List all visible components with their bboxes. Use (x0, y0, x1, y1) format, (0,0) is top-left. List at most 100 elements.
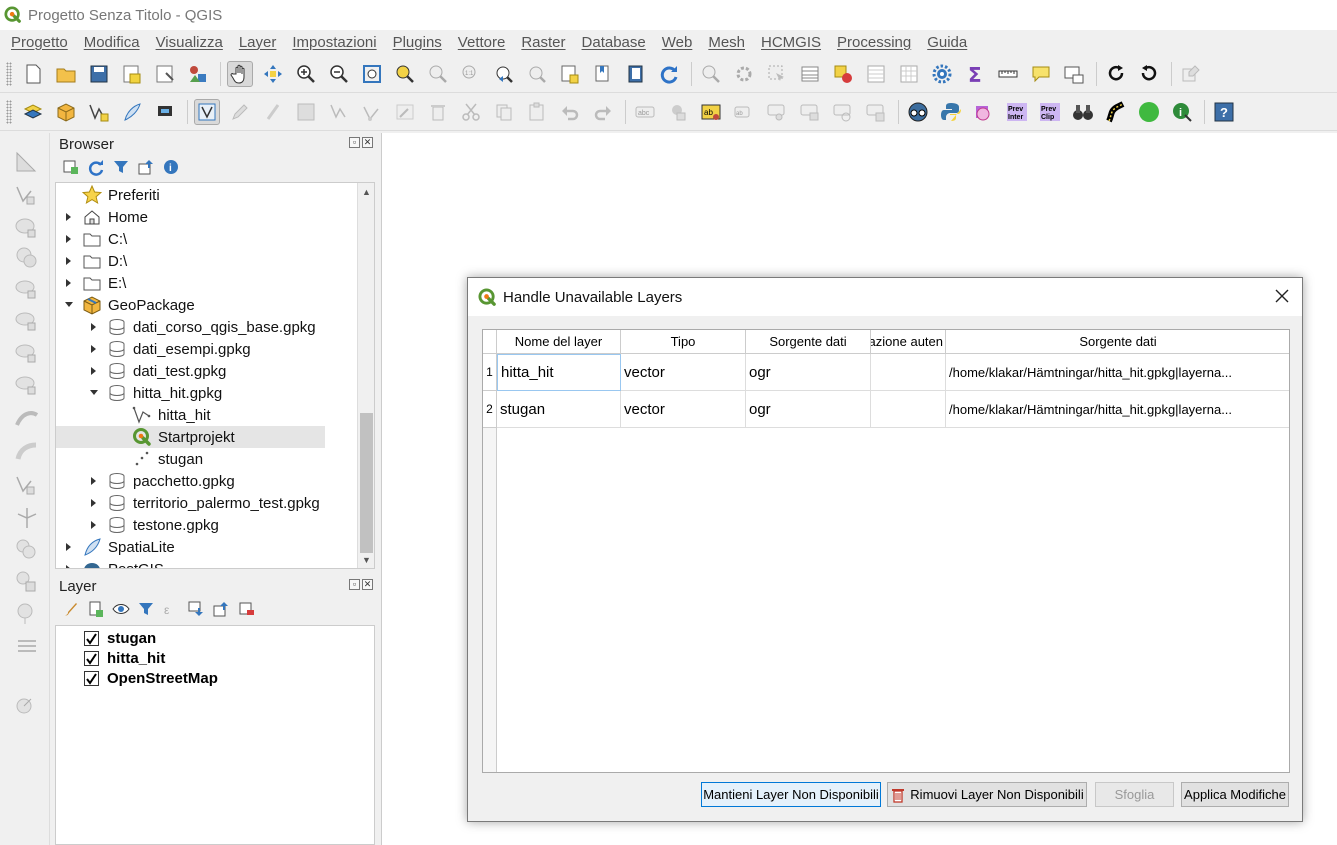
save-layer-edits-button[interactable] (293, 99, 319, 125)
browser-item[interactable]: hitta_hit (56, 404, 325, 426)
rotate-clockwise-button[interactable] (1103, 61, 1129, 87)
binoculars-button[interactable] (1070, 99, 1096, 125)
label-move-button[interactable]: ab (731, 99, 757, 125)
show-bookmarks-button[interactable] (590, 61, 616, 87)
menu-processing[interactable]: Processing (829, 34, 919, 51)
browser-item[interactable]: dati_corso_qgis_base.gpkg (56, 316, 325, 338)
zoom-out-button[interactable] (326, 61, 352, 87)
toggle-editing-button[interactable] (227, 99, 253, 125)
menu-vettore[interactable]: Vettore (450, 34, 514, 51)
dialog-close-button[interactable] (1274, 288, 1290, 304)
label-pin-unpin-button[interactable] (797, 99, 823, 125)
prev-inter-button[interactable]: Prev Inter (1004, 99, 1030, 125)
merge-features-tool[interactable] (14, 537, 40, 563)
expand-arrow-icon[interactable] (89, 344, 99, 354)
run-action-button[interactable] (731, 61, 757, 87)
rotate-counterclockwise-button[interactable] (1136, 61, 1162, 87)
browser-item[interactable]: PostGIS (56, 558, 325, 568)
trace-tool[interactable] (14, 693, 40, 719)
road-plugin-button[interactable] (1103, 99, 1129, 125)
expand-all-button[interactable] (187, 600, 205, 618)
close-panel-button[interactable]: ✕ (362, 137, 373, 148)
browser-item[interactable]: testone.gpkg (56, 514, 325, 536)
menu-layer[interactable]: Layer (231, 34, 285, 51)
pan-map-button[interactable] (227, 60, 253, 87)
cell-datasource[interactable]: /home/klakar/Hämtningar/hitta_hit.gpkg|l… (946, 391, 1289, 428)
new-virtual-layer-button[interactable] (152, 99, 178, 125)
browser-item[interactable]: E:\ (56, 272, 325, 294)
zoom-next-button[interactable] (524, 61, 550, 87)
row-number[interactable]: 2 (483, 391, 497, 428)
menu-impostazioni[interactable]: Impostazioni (284, 34, 384, 51)
annotation-button[interactable] (1178, 61, 1204, 87)
collapse-arrow-icon[interactable] (64, 300, 74, 310)
delete-part-tool[interactable] (14, 341, 40, 367)
digitize-shape-tool[interactable] (14, 149, 40, 175)
redo-button[interactable] (590, 99, 616, 125)
column-header-datasource[interactable]: Sorgente dati (946, 330, 1289, 354)
browser-item[interactable]: territorio_palermo_test.gpkg (56, 492, 325, 514)
float-panel-button[interactable]: ▫ (349, 137, 360, 148)
browser-item[interactable]: SpatiaLite (56, 536, 325, 558)
select-features-button[interactable] (764, 61, 790, 87)
row-number[interactable]: 1 (483, 354, 497, 391)
new-map-view-button[interactable] (1061, 61, 1087, 87)
offset-curve-tool[interactable] (14, 407, 40, 433)
new-geopackage-layer-button[interactable] (53, 99, 79, 125)
statistics-button[interactable] (896, 61, 922, 87)
cell-auth[interactable] (871, 354, 946, 391)
digitizing-toggle-button[interactable] (194, 98, 220, 125)
split-parts-tool[interactable] (14, 505, 40, 531)
data-source-manager-button[interactable] (20, 99, 46, 125)
browser-scrollbar[interactable]: ▲ ▼ (357, 183, 374, 568)
collapse-all-layers-button[interactable] (212, 600, 230, 618)
collapse-arrow-icon[interactable] (89, 388, 99, 398)
browser-item[interactable]: pacchetto.gpkg (56, 470, 325, 492)
filter-browser-button[interactable] (112, 158, 130, 176)
open-attribute-table-button[interactable] (797, 61, 823, 87)
menu-hcmgis[interactable]: HCMGIS (753, 34, 829, 51)
help-button[interactable]: ? (1211, 99, 1237, 125)
add-selected-layers-button[interactable] (62, 158, 80, 176)
menu-web[interactable]: Web (654, 34, 701, 51)
expand-arrow-icon[interactable] (89, 498, 99, 508)
menu-progetto[interactable]: Progetto (3, 34, 76, 51)
new-shapefile-layer-button[interactable] (86, 99, 112, 125)
plugin-button-magenta[interactable] (971, 99, 997, 125)
info-plugin-button[interactable]: i (1169, 99, 1195, 125)
python-console-button[interactable] (938, 99, 964, 125)
add-part-tool[interactable] (14, 277, 40, 303)
new-project-button[interactable] (20, 61, 46, 87)
browser-item[interactable]: Home (56, 206, 325, 228)
layer-item[interactable]: stugan (84, 628, 156, 648)
expand-arrow-icon[interactable] (64, 212, 74, 222)
simplify-tool[interactable] (14, 439, 40, 465)
cell-auth[interactable] (871, 391, 946, 428)
browser-item[interactable]: C:\ (56, 228, 325, 250)
new-spatialite-layer-button[interactable] (119, 99, 145, 125)
expand-arrow-icon[interactable] (64, 234, 74, 244)
open-project-button[interactable] (53, 61, 79, 87)
cell-type[interactable]: vector (621, 391, 746, 428)
measure-button[interactable] (995, 61, 1021, 87)
processing-toolbox-button[interactable] (929, 61, 955, 87)
browser-item[interactable]: dati_esempi.gpkg (56, 338, 325, 360)
label-toolbar-button-1[interactable]: abc (632, 99, 658, 125)
cut-features-button[interactable] (458, 99, 484, 125)
new-bookmark-button[interactable] (557, 61, 583, 87)
remove-unavailable-layers-button[interactable]: Rimuovi Layer Non Disponibili (887, 782, 1087, 807)
cell-layer-name[interactable]: stugan (497, 391, 621, 428)
layer-visibility-checkbox[interactable] (84, 630, 99, 646)
column-header-provider[interactable]: Sorgente dati (746, 330, 871, 354)
menu-mesh[interactable]: Mesh (700, 34, 753, 51)
filter-by-expression-button[interactable]: ε (162, 600, 180, 618)
copy-features-button[interactable] (491, 99, 517, 125)
apply-changes-button[interactable]: Applica Modifiche (1181, 782, 1289, 807)
collapse-all-button[interactable] (137, 158, 155, 176)
expand-arrow-icon[interactable] (64, 256, 74, 266)
expand-arrow-icon[interactable] (64, 278, 74, 288)
browser-item[interactable]: stugan (56, 448, 325, 470)
split-features-tool[interactable] (14, 473, 40, 499)
browser-item[interactable]: GeoPackage (56, 294, 325, 316)
identify-button[interactable] (698, 61, 724, 87)
